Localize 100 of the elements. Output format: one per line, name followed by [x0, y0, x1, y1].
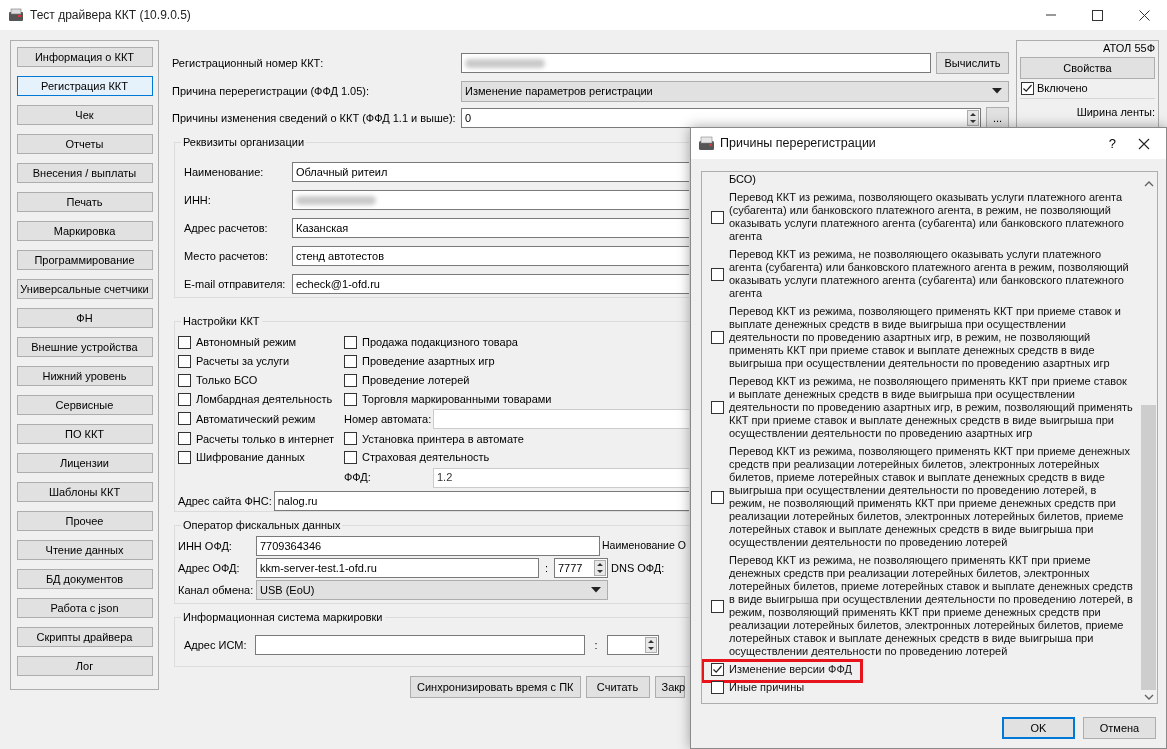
spin-field[interactable]: 0 — [461, 108, 981, 128]
sidebar-item[interactable]: Регистрация ККТ — [16, 76, 153, 96]
input-field[interactable]: Облачный ритеил — [292, 162, 689, 182]
sidebar-item[interactable]: Лицензии — [16, 453, 153, 473]
checkbox[interactable] — [178, 392, 191, 406]
checkbox-label: Шифрование данных — [196, 450, 305, 466]
scroll-up-icon — [1143, 181, 1154, 187]
button[interactable]: Вычислить — [936, 52, 1009, 74]
button[interactable]: Считать — [585, 676, 650, 698]
group-title: Оператор фискальных данных — [181, 518, 343, 532]
sidebar-item[interactable]: Чек — [16, 105, 153, 125]
checkbox[interactable] — [178, 451, 191, 465]
button[interactable]: Закр — [654, 676, 685, 698]
input-field[interactable]: kkm-server-test.1-ofd.ru — [256, 558, 539, 578]
list-item-text: Перевод ККТ из режима, позволяющего применять ККТ при приеме ставок и выплате денежных средств в виде выигрыша при осуществлении деятельности по проведению азартных игр, в режим, не позволяющий применять ККТ при приеме ставок и выплате денежных средств в виде выигрыша при осуществлении деятельности по проведению азартных игр — [729, 305, 1122, 370]
sidebar-item[interactable]: ПО ККТ — [16, 424, 153, 444]
dropdown-arrow-icon — [591, 587, 601, 593]
field-label: Адрес сайта ФНС: — [178, 493, 272, 509]
checkbox-label: Ломбардная деятельность — [196, 391, 333, 407]
sidebar-item[interactable]: Информация о ККТ — [16, 47, 153, 67]
checkbox[interactable] — [344, 451, 357, 465]
checkbox-label: Включено — [1037, 82, 1088, 95]
field-label: DNS ОФД: — [611, 560, 665, 576]
input-field[interactable]: echeck@1-ofd.ru — [292, 274, 689, 294]
button[interactable]: ... — [986, 107, 1009, 129]
checkbox[interactable] — [178, 354, 191, 368]
input-field[interactable] — [292, 190, 689, 210]
sidebar-item[interactable]: ФН — [16, 308, 153, 328]
button[interactable]: Свойства — [1020, 57, 1155, 79]
button[interactable]: Отмена — [1083, 717, 1156, 739]
checkbox[interactable] — [178, 335, 191, 349]
dropdown[interactable]: USB (EoU) — [256, 580, 608, 600]
input-field[interactable]: nalog.ru — [273, 490, 689, 511]
input-field[interactable]: стенд автотестов — [292, 246, 689, 266]
sidebar-item[interactable]: Маркировка — [16, 221, 153, 241]
checkbox[interactable] — [344, 354, 357, 368]
checkbox-label: Установка принтера в автомате — [362, 431, 524, 447]
spin-field[interactable]: 7777 — [554, 558, 608, 578]
checkbox[interactable] — [344, 373, 357, 387]
sidebar-item[interactable]: Прочее — [16, 511, 153, 531]
checkbox[interactable] — [344, 432, 357, 446]
checkbox-label: Торговля маркированными товарами — [362, 391, 552, 407]
checkbox[interactable] — [711, 210, 724, 224]
checkbox[interactable] — [178, 432, 191, 446]
sidebar-item[interactable]: Шаблоны ККТ — [16, 482, 153, 502]
group-title: Настройки ККТ — [181, 314, 262, 328]
list-item-text: БСО) — [728, 173, 757, 186]
checkbox-label: Страховая деятельность — [362, 450, 490, 466]
separator-colon: : — [593, 637, 599, 653]
list-item-text: Изменение версии ФФД — [729, 663, 852, 676]
field-label: ИНН ОФД: — [178, 538, 233, 554]
sidebar-item[interactable]: Лог — [16, 656, 153, 676]
sidebar-item[interactable]: Внесения / выплаты — [16, 163, 153, 183]
field-label: Наименование: — [184, 164, 265, 180]
checkbox[interactable] — [178, 373, 191, 387]
field-label: Адрес расчетов: — [184, 220, 269, 236]
input-field[interactable]: Казанская — [292, 218, 689, 238]
checkbox-label: Автономный режим — [196, 335, 297, 351]
help-button[interactable]: ? — [1108, 133, 1116, 154]
sidebar-item[interactable]: Скрипты драйвера — [16, 627, 153, 647]
button[interactable]: Синхронизировать время с ПК — [410, 676, 581, 698]
group-title: Реквизиты организации — [181, 135, 307, 149]
field-label: Адрес ОФД: — [178, 560, 241, 576]
sidebar-item[interactable]: Печать — [16, 192, 153, 212]
input-field[interactable] — [255, 635, 585, 655]
checkbox[interactable] — [1021, 82, 1034, 95]
dialog-title: Причины перерегистрации — [720, 135, 876, 153]
checkbox-label: Проведение лотерей — [362, 372, 470, 388]
sidebar-item[interactable]: Нижний уровень — [16, 366, 153, 386]
input-field[interactable]: 7709364346 — [256, 536, 600, 556]
sidebar-item[interactable]: Внешние устройства — [16, 337, 153, 357]
sidebar-item[interactable]: БД документов — [16, 569, 153, 589]
close-icon — [1139, 9, 1150, 21]
sidebar-item[interactable]: Универсальные счетчики — [16, 279, 153, 299]
spin-field[interactable] — [607, 635, 659, 655]
checkbox[interactable] — [711, 331, 724, 344]
checkbox[interactable] — [711, 401, 724, 414]
field-label: E-mail отправителя: — [184, 276, 287, 292]
checkbox[interactable] — [711, 663, 724, 676]
checkbox[interactable] — [711, 490, 724, 504]
sidebar-item[interactable]: Чтение данных — [16, 540, 153, 560]
checkbox[interactable] — [711, 599, 724, 613]
checkbox[interactable] — [344, 335, 357, 349]
field-label: Наименование О — [602, 538, 686, 554]
list-item-text: Перевод ККТ из режима, позволяющего применять ККТ при приеме денежных средств при реализации лотерейных билетов, электронных лотерейных билетов, приеме лотерейных ставок и выплате денежных средств в виде выигрыша при осуществлении деятельности по проведению лотерей, в режим, не позволяющий применять ККТ при приеме денежных средств при реализации лотерейных билетов, электронных лотерейных билетов, приеме лотерейных ставок и выплате денежных средств в виде выигрыша при осуществлении деятельности по проведению лотерей — [729, 445, 1131, 549]
minimize-icon — [1046, 14, 1056, 16]
button[interactable]: OK — [1002, 717, 1075, 739]
input-field[interactable] — [461, 53, 931, 73]
dropdown[interactable]: Изменение параметров регистрации — [461, 80, 1009, 102]
checkbox[interactable] — [178, 412, 191, 426]
check-icon — [1022, 83, 1033, 94]
list-item-text: Перевод ККТ из режима, не позволяющего применять ККТ при приеме ставок и выплате денежных средств в виде выигрыша при осуществлении деятельности по проведению азартных игр, в режим, позволяющий применять ККТ при приеме ставок и выплате денежных средств в виде выигрыша при осуществлении деятельности по проведению азартных игр — [729, 375, 1134, 440]
checkbox[interactable] — [711, 681, 724, 694]
sidebar-item[interactable]: Программирование — [16, 250, 153, 270]
sidebar-item[interactable]: Работа с json — [16, 598, 153, 618]
sidebar-item[interactable]: Отчеты — [16, 134, 153, 154]
scrollbar-thumb[interactable] — [1141, 405, 1156, 690]
checkbox[interactable] — [344, 392, 357, 406]
checkbox[interactable] — [711, 267, 724, 281]
sidebar-item[interactable]: Сервисные — [16, 395, 153, 415]
